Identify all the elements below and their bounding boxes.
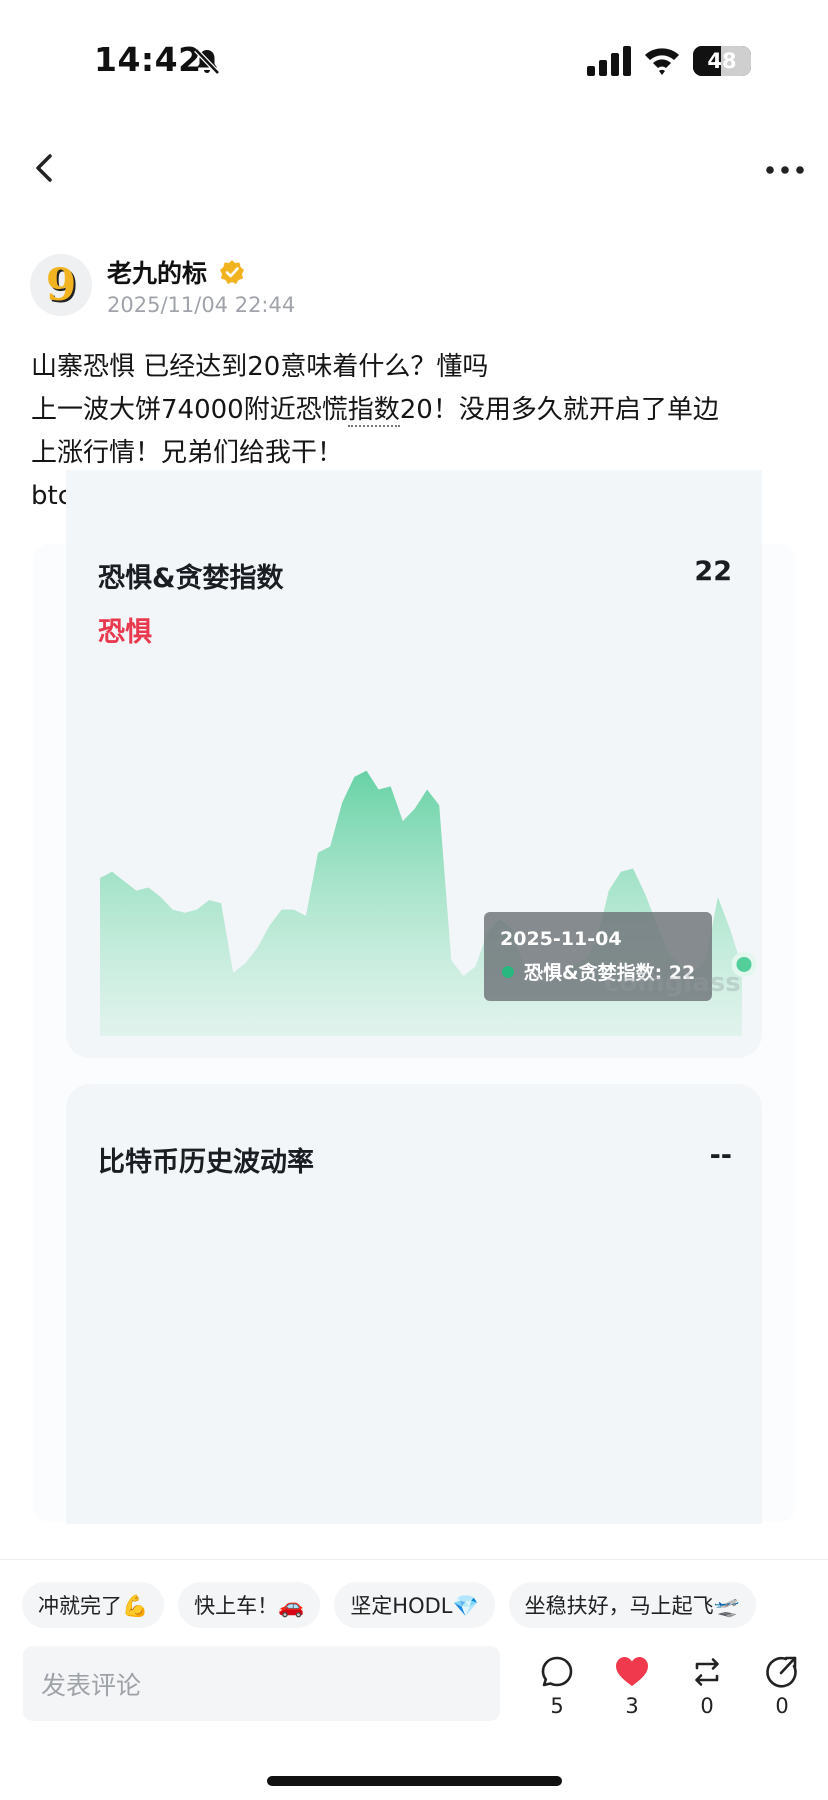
fear-greed-state: 恐惧 [98,617,152,648]
quick-reply-chip[interactable]: 坚定HODL💎 [334,1582,495,1628]
fear-greed-value: 22 [694,556,732,587]
verified-badge-icon [220,260,244,284]
share-button[interactable]: 0 [752,1654,812,1718]
bottom-divider [0,1559,828,1560]
tooltip-date: 2025-11-04 [500,928,622,950]
like-count: 3 [625,1694,639,1718]
post-text-fragment: 20！没用多久就开启了单边 [399,395,719,425]
bell-off-icon [194,48,220,75]
status-bar: 14:42 48 [0,0,828,120]
heart-icon [616,1657,648,1686]
comment-button[interactable]: 5 [527,1654,587,1718]
post-text-fragment: 上一波大饼74000附近恐慌 [31,395,348,425]
more-icon[interactable] [764,156,806,184]
repost-icon [695,1658,719,1686]
quick-reply-chip[interactable]: 坐稳扶好，马上起飞🛫 [508,1582,756,1628]
status-time: 14:42 [94,40,202,79]
author-name[interactable]: 老九的标 [107,254,207,290]
post-line-2: 上一波大饼74000附近恐慌指数20！没用多久就开启了单边 [31,389,801,432]
comment-icon [541,1656,573,1687]
post-time: 2025/11/04 22:44 [107,293,296,317]
share-count: 0 [775,1694,789,1718]
repost-count: 0 [700,1694,714,1718]
keyword-link[interactable]: 指数 [347,395,400,427]
post-line-3: 上涨行情！兄弟们给我干！ [31,438,344,468]
volatility-value: -- [709,1140,732,1171]
share-icon [766,1656,797,1688]
fear-greed-title: 恐惧&贪婪指数 [98,563,284,594]
back-icon[interactable] [28,148,64,188]
coinglass-watermark: coinglass [604,968,741,998]
avatar[interactable]: 9 [30,254,92,316]
comment-count: 5 [550,1694,564,1718]
home-indicator [267,1776,562,1786]
quick-reply-chip[interactable]: 冲就完了💪 [22,1582,165,1628]
like-button[interactable]: 3 [602,1654,662,1718]
quick-reply-bar: 冲就完了💪 快上车！🚗 坚定HODL💎 坐稳扶好，马上起飞🛫 [22,1582,756,1628]
battery-icon: 48 [693,46,751,76]
post-line-1: 山寨恐惧 已经达到20意味着什么？懂吗 [31,352,489,382]
battery-level: 48 [707,49,737,73]
wifi-icon [645,48,679,75]
volatility-title: 比特币历史波动率 [98,1147,314,1178]
comment-input[interactable]: 发表评论 [23,1646,500,1721]
repost-button[interactable]: 0 [677,1654,737,1718]
cellular-signal-icon [587,46,631,76]
tooltip-series-dot [502,966,514,978]
quick-reply-chip[interactable]: 快上车！🚗 [178,1582,321,1628]
